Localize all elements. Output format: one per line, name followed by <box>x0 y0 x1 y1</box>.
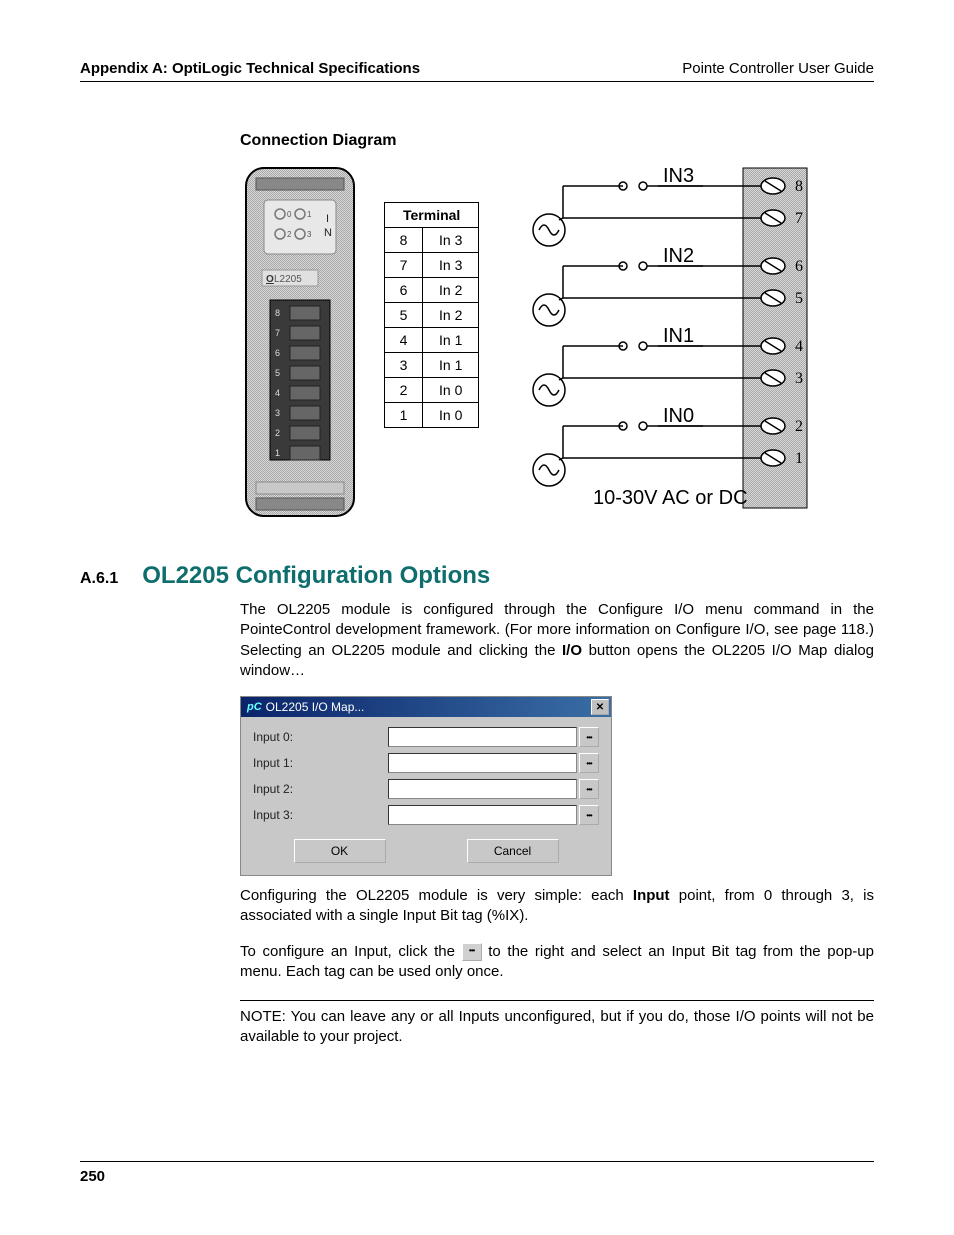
table-row: 5In 2 <box>385 303 479 328</box>
svg-text:N: N <box>324 227 332 239</box>
table-row: 4In 1 <box>385 328 479 353</box>
page-header: Appendix A: OptiLogic Technical Specific… <box>80 60 874 82</box>
input-row: Input 2: ••• <box>253 779 599 799</box>
svg-text:4: 4 <box>795 338 803 355</box>
paragraph-3: To configure an Input, click the ••• to … <box>240 942 874 983</box>
subsection-title: OL2205 Configuration Options <box>142 562 490 590</box>
svg-text:2: 2 <box>275 428 280 438</box>
input-field-1[interactable] <box>388 753 577 773</box>
svg-text:7: 7 <box>795 210 803 227</box>
ok-button[interactable]: OK <box>294 839 386 863</box>
svg-text:2: 2 <box>287 230 292 239</box>
svg-text:0: 0 <box>287 210 292 219</box>
note-paragraph: NOTE: You can leave any or all Inputs un… <box>240 1000 874 1048</box>
input-row: Input 3: ••• <box>253 805 599 825</box>
close-icon[interactable]: ✕ <box>591 699 609 715</box>
svg-text:5: 5 <box>275 368 280 378</box>
svg-text:8: 8 <box>795 178 803 195</box>
input-label: Input 2: <box>253 782 388 796</box>
svg-text:6: 6 <box>275 348 280 358</box>
svg-text:3: 3 <box>275 408 280 418</box>
subsection-number: A.6.1 <box>80 570 118 588</box>
wiring-diagram: 8 7 IN3 6 5 IN2 4 3 IN1 2 1 IN0 10-30V AC or DC <box>503 162 813 522</box>
module-illustration: 0 1 2 3 I N O L2205 8 7 6 5 4 3 <box>240 162 360 522</box>
svg-text:2: 2 <box>795 418 803 435</box>
input-field-0[interactable] <box>388 727 577 747</box>
terminal-table-header: Terminal <box>385 203 479 228</box>
page-footer: 250 <box>80 1161 874 1185</box>
paragraph-1: The OL2205 module is configured through … <box>240 600 874 681</box>
svg-text:4: 4 <box>275 388 280 398</box>
svg-text:IN0: IN0 <box>663 405 694 427</box>
table-row: 6In 2 <box>385 278 479 303</box>
table-row: 7In 3 <box>385 253 479 278</box>
svg-text:1: 1 <box>795 450 803 467</box>
header-right: Pointe Controller User Guide <box>682 60 874 77</box>
svg-text:6: 6 <box>795 258 803 275</box>
svg-text:5: 5 <box>795 290 803 307</box>
input-row: Input 0: ••• <box>253 727 599 747</box>
svg-text:I: I <box>326 213 329 225</box>
table-row: 3In 1 <box>385 353 479 378</box>
input-label: Input 0: <box>253 730 388 744</box>
page-number: 250 <box>80 1168 105 1185</box>
paragraph-2: Configuring the OL2205 module is very si… <box>240 886 874 927</box>
svg-text:7: 7 <box>275 328 280 338</box>
connection-diagram: 0 1 2 3 I N O L2205 8 7 6 5 4 3 <box>240 162 874 522</box>
input-field-3[interactable] <box>388 805 577 825</box>
svg-text:8: 8 <box>275 308 280 318</box>
svg-text:3: 3 <box>307 230 312 239</box>
more-button[interactable]: ••• <box>579 805 599 825</box>
input-field-2[interactable] <box>388 779 577 799</box>
svg-text:L2205: L2205 <box>274 274 302 285</box>
more-button[interactable]: ••• <box>579 727 599 747</box>
input-row: Input 1: ••• <box>253 753 599 773</box>
svg-text:1: 1 <box>275 448 280 458</box>
table-row: 1In 0 <box>385 403 479 428</box>
header-left: Appendix A: OptiLogic Technical Specific… <box>80 60 420 77</box>
input-label: Input 3: <box>253 808 388 822</box>
terminal-table: Terminal 8In 37In 36In 25In 24In 13In 12… <box>384 202 479 428</box>
dialog-app-icon: pC <box>247 701 262 713</box>
svg-text:O: O <box>266 274 274 285</box>
dialog-title-text: OL2205 I/O Map... <box>266 700 365 714</box>
svg-text:3: 3 <box>795 370 803 387</box>
svg-text:IN2: IN2 <box>663 245 694 267</box>
wiring-voltage-label: 10-30V AC or DC <box>593 487 748 509</box>
io-map-dialog: pC OL2205 I/O Map... ✕ Input 0:•••Input … <box>240 696 612 876</box>
table-row: 8In 3 <box>385 228 479 253</box>
cancel-button[interactable]: Cancel <box>467 839 559 863</box>
dialog-titlebar: pC OL2205 I/O Map... ✕ <box>241 697 611 717</box>
more-button[interactable]: ••• <box>579 753 599 773</box>
more-button[interactable]: ••• <box>579 779 599 799</box>
svg-text:1: 1 <box>307 210 312 219</box>
svg-text:IN3: IN3 <box>663 165 694 187</box>
svg-text:IN1: IN1 <box>663 325 694 347</box>
diagram-heading: Connection Diagram <box>240 132 874 150</box>
table-row: 2In 0 <box>385 378 479 403</box>
more-button-icon: ••• <box>462 943 482 961</box>
input-label: Input 1: <box>253 756 388 770</box>
